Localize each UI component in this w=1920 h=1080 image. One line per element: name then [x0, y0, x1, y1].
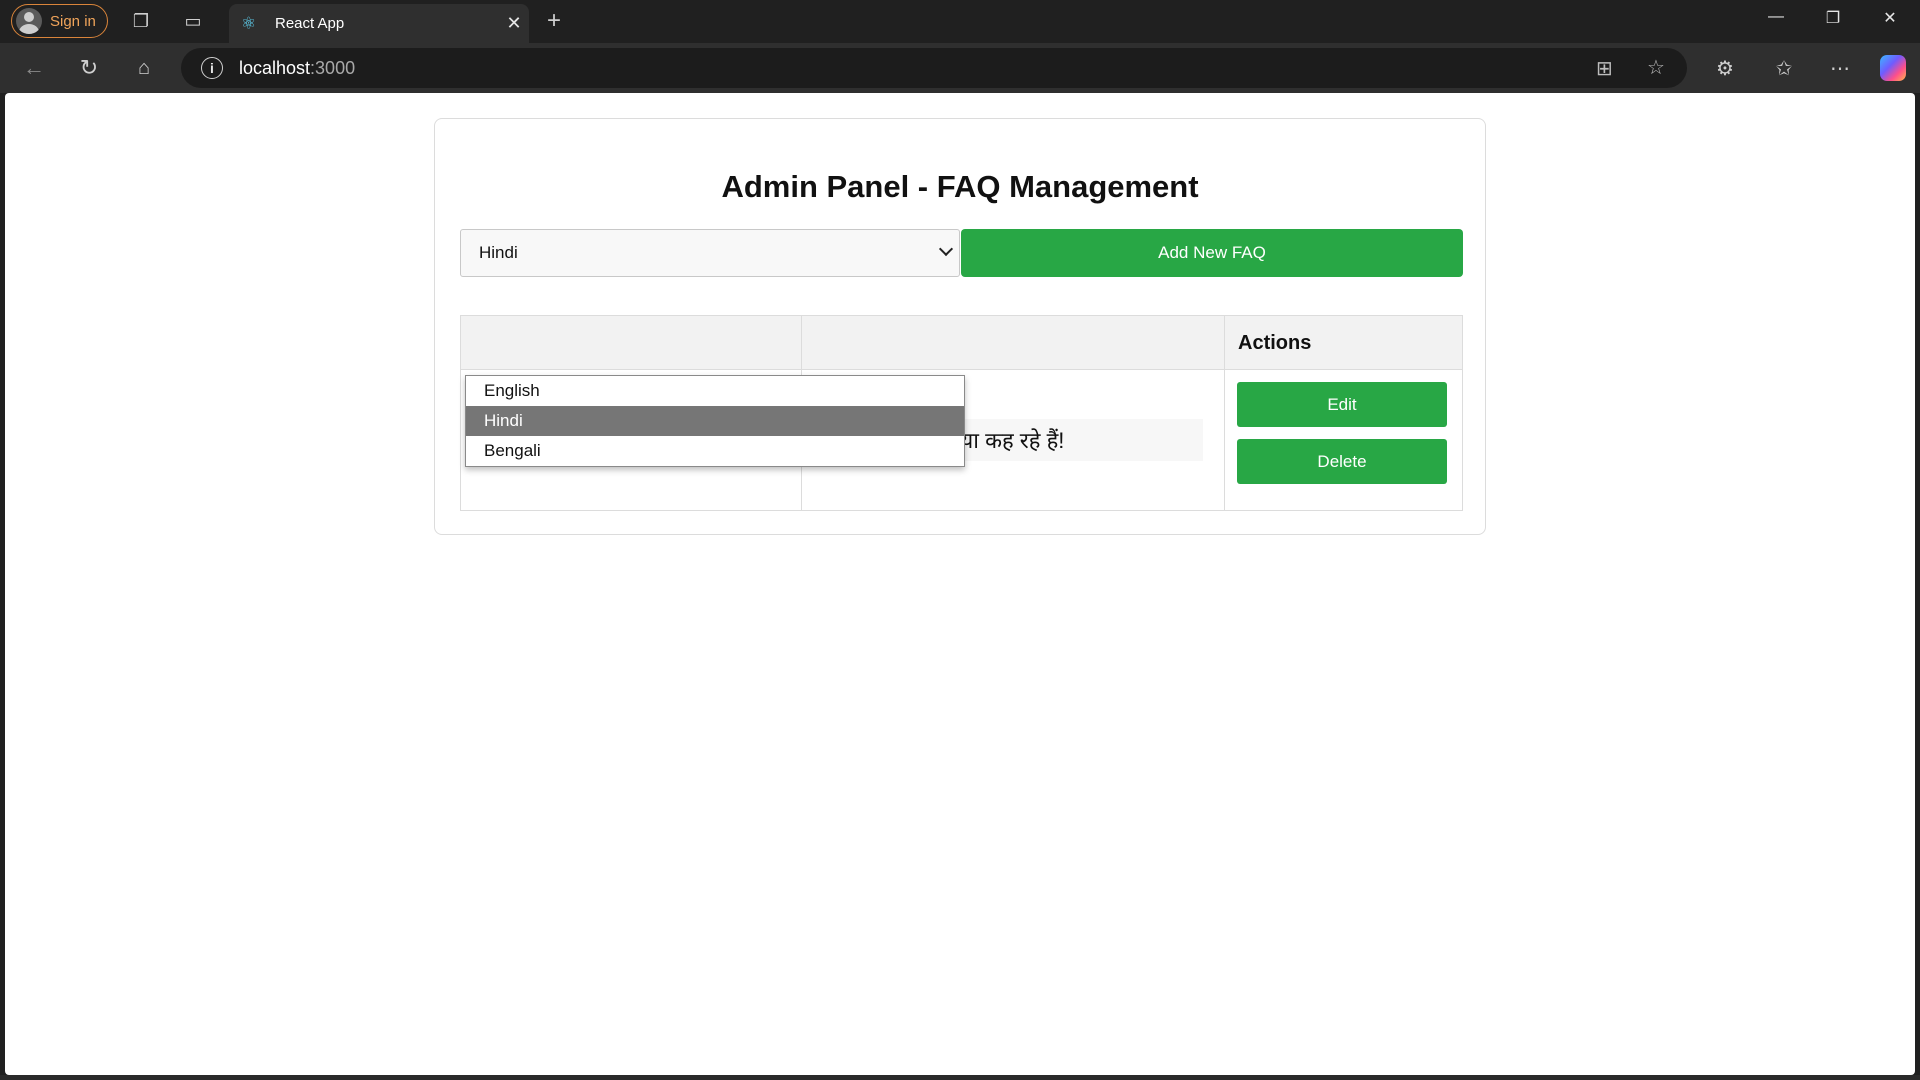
- refresh-icon[interactable]: ↻: [75, 54, 103, 82]
- sign-in-label: Sign in: [50, 12, 96, 30]
- url-field[interactable]: i localhost:3000 ⊞ ☆: [181, 48, 1687, 88]
- edit-button[interactable]: Edit: [1237, 382, 1447, 427]
- table-header-actions: Actions: [1238, 331, 1312, 354]
- close-icon[interactable]: ✕: [499, 13, 529, 34]
- plus-icon[interactable]: +: [540, 7, 568, 35]
- favorites-icon[interactable]: ✩: [1770, 54, 1798, 82]
- tab-title: React App: [275, 15, 345, 32]
- window-close-icon[interactable]: ✕: [1870, 8, 1910, 28]
- app-available-icon[interactable]: ⊞: [1596, 56, 1613, 81]
- url-port: :3000: [310, 57, 356, 78]
- star-icon[interactable]: ☆: [1647, 55, 1665, 80]
- delete-button[interactable]: Delete: [1237, 439, 1447, 484]
- extensions-icon[interactable]: ⚙: [1711, 54, 1739, 82]
- back-arrow-icon[interactable]: ←: [20, 54, 48, 82]
- language-option-bengali[interactable]: Bengali: [466, 436, 964, 466]
- page-title: Admin Panel - FAQ Management: [721, 169, 1199, 204]
- url-host: localhost: [239, 57, 311, 78]
- info-icon[interactable]: i: [201, 57, 223, 79]
- add-faq-button[interactable]: Add New FAQ: [961, 229, 1463, 277]
- language-select[interactable]: Hindi: [460, 229, 960, 277]
- admin-card: Admin Panel - FAQ Management Hindi Add N…: [434, 118, 1486, 535]
- more-icon[interactable]: ⋯: [1826, 54, 1854, 82]
- actions-cell: Edit Delete: [1225, 370, 1462, 510]
- language-select-value: Hindi: [479, 243, 518, 262]
- browser-address-bar: ← ↻ ⌂ i localhost:3000 ⊞ ☆ ⚙ ✩ ⋯: [0, 43, 1920, 93]
- sign-in-button[interactable]: Sign in: [11, 4, 108, 38]
- window-bottom-edge: [0, 1075, 1920, 1080]
- tab-actions-icon[interactable]: ▭: [179, 7, 207, 35]
- react-icon: ⚛: [241, 13, 257, 33]
- browser-tab-bar: Sign in ❐ ▭ ⚛ React App ✕ + — ❐ ✕: [0, 0, 1920, 43]
- language-option-hindi[interactable]: Hindi: [466, 406, 964, 436]
- chevron-down-icon: [938, 241, 954, 257]
- copilot-icon[interactable]: [1880, 55, 1906, 81]
- page-viewport: Admin Panel - FAQ Management Hindi Add N…: [5, 93, 1915, 1075]
- profile-avatar-icon: [16, 8, 42, 34]
- tab-react-app[interactable]: ⚛ React App ✕: [229, 4, 529, 43]
- language-option-english[interactable]: English: [466, 376, 964, 406]
- table-header-question: [461, 316, 802, 370]
- table-header: Actions: [461, 316, 1462, 370]
- workspaces-icon[interactable]: ❐: [127, 7, 155, 35]
- restore-icon[interactable]: ❐: [1813, 8, 1853, 28]
- language-dropdown: English Hindi Bengali: [465, 375, 965, 467]
- home-icon[interactable]: ⌂: [130, 54, 158, 82]
- table-header-answer: [802, 316, 1225, 370]
- minimize-icon[interactable]: —: [1756, 8, 1796, 26]
